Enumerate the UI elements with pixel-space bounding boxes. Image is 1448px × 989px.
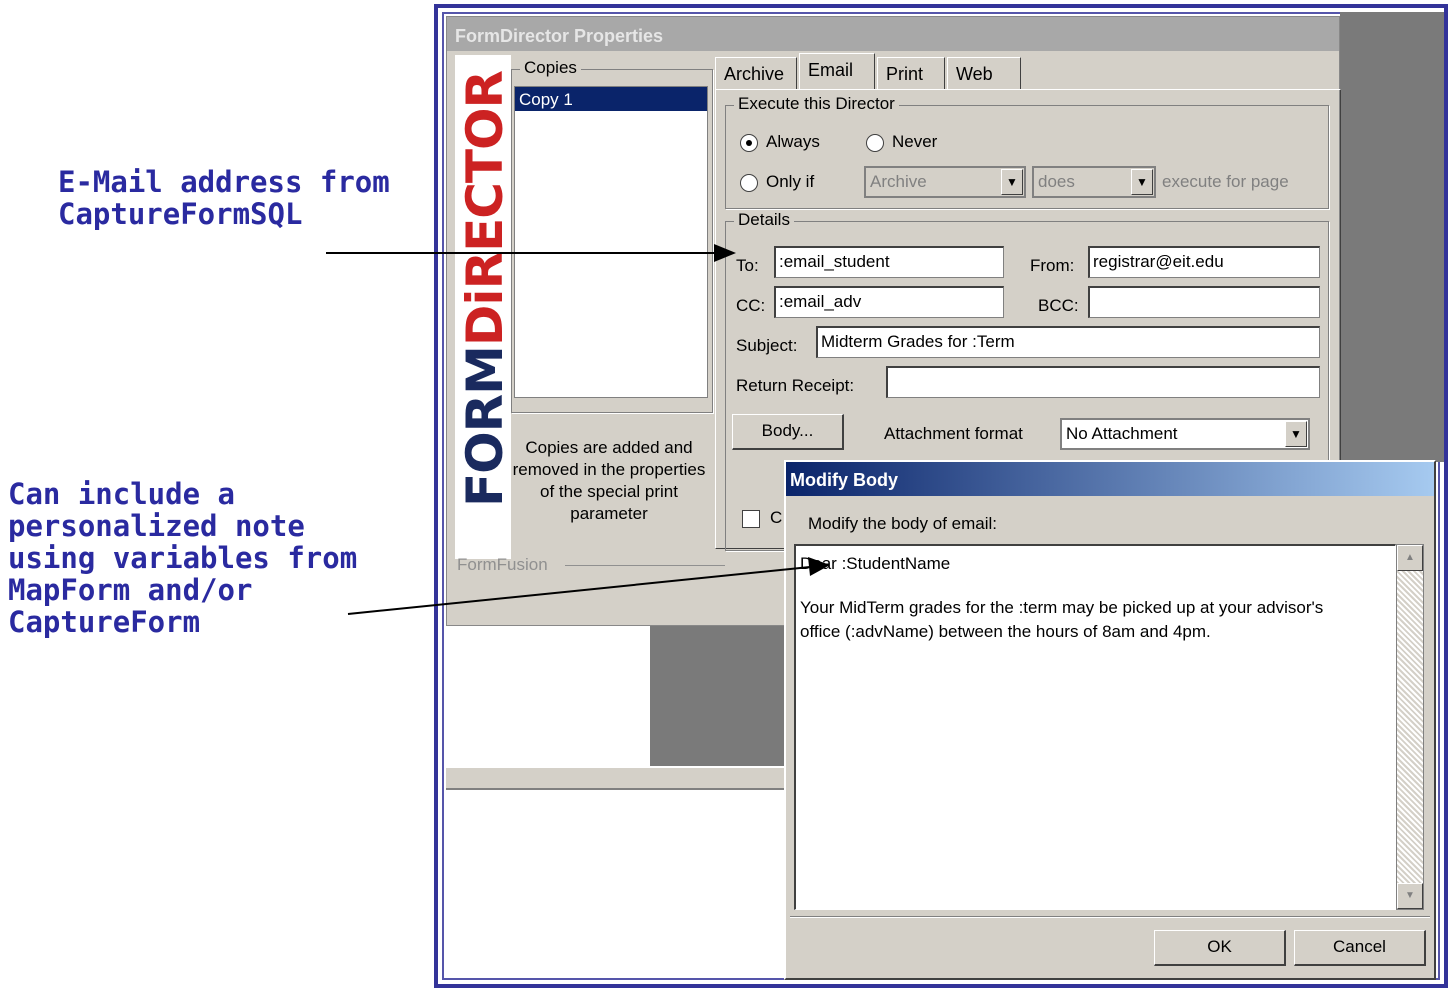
bcc-field[interactable] [1088,286,1320,318]
body-line-1: Your MidTerm grades for the :term may be… [800,598,1324,617]
tab-email[interactable]: Email [799,53,875,89]
scroll-up-icon[interactable]: ▲ [1397,545,1423,571]
copies-legend: Copies [520,58,581,78]
logo-form-text: FORM [456,346,514,507]
only-if-target-select[interactable]: Archive ▼ [864,166,1026,198]
tab-archive[interactable]: Archive [715,57,797,89]
email-source-annotation: E-Mail address from CaptureFormSQL [58,165,390,231]
vertical-scrollbar[interactable]: ▲ ▼ [1396,544,1424,910]
dialog-title[interactable]: Modify Body [786,462,1434,496]
background-window-bar [446,766,788,790]
copies-group: Copies Copy 1 [511,58,713,413]
tab-print[interactable]: Print [877,57,945,89]
body-line-2: office (:advName) between the hours of 8… [800,622,1211,641]
chevron-down-icon[interactable]: ▼ [1285,421,1307,447]
option-checkbox[interactable] [742,510,760,528]
return-receipt-field[interactable] [886,366,1320,398]
cc-label: CC: [736,296,766,315]
only-if-label[interactable]: Only if [766,172,814,192]
copies-list[interactable]: Copy 1 [514,86,708,398]
body-note-annotation: Can include a personalized note using va… [8,477,358,639]
logo-director-text: DiRECTOR [456,70,514,347]
from-label: From: [1030,256,1075,275]
copies-note: Copies are added and removed in the prop… [512,438,706,523]
always-radio[interactable] [740,134,758,152]
to-label: To: [736,256,759,275]
subject-label: Subject: [736,336,798,355]
background-desktop [650,626,788,766]
body-line-greeting: Dear :StudentName [800,554,951,573]
formdirector-logo: FORMDiRECTOR [455,55,514,559]
email-body-textarea[interactable]: Dear :StudentName Your MidTerm grades fo… [794,544,1396,910]
execute-legend: Execute this Director [734,94,899,114]
return-receipt-label: Return Receipt: [736,376,855,395]
always-label[interactable]: Always [766,132,820,152]
ok-button[interactable]: OK [1154,930,1286,966]
attachment-format-label: Attachment format [884,424,1023,443]
modify-body-prompt: Modify the body of email: [808,514,997,533]
details-legend: Details [734,210,794,230]
only-if-condition-select[interactable]: does ▼ [1032,166,1156,198]
never-radio[interactable] [866,134,884,152]
execute-group: Execute this Director Always Never Only … [725,94,1329,209]
bcc-label: BCC: [1038,296,1079,315]
cc-field[interactable]: :email_adv [774,286,1004,318]
attachment-format-select[interactable]: No Attachment ▼ [1060,418,1310,450]
to-field[interactable]: :email_student [774,246,1004,278]
subject-field[interactable]: Midterm Grades for :Term [816,326,1320,358]
never-label[interactable]: Never [892,132,937,152]
window-title[interactable]: FormDirector Properties [447,17,1339,51]
chevron-down-icon[interactable]: ▼ [1001,169,1023,195]
chevron-down-icon[interactable]: ▼ [1131,169,1153,195]
background-desktop [1340,12,1444,462]
execute-for-page-label: execute for page [1162,172,1289,191]
cancel-button[interactable]: Cancel [1294,930,1426,966]
list-item-copy-1[interactable]: Copy 1 [515,87,707,111]
body-button[interactable]: Body... [732,414,844,450]
tab-web[interactable]: Web [947,57,1021,89]
scroll-down-icon[interactable]: ▼ [1397,883,1423,909]
from-field[interactable]: registrar@eit.edu [1088,246,1320,278]
modify-body-dialog: Modify Body Modify the body of email: De… [784,460,1436,980]
only-if-radio[interactable] [740,174,758,192]
option-checkbox-label: C [770,508,783,527]
formfusion-legend: FormFusion [457,555,548,574]
